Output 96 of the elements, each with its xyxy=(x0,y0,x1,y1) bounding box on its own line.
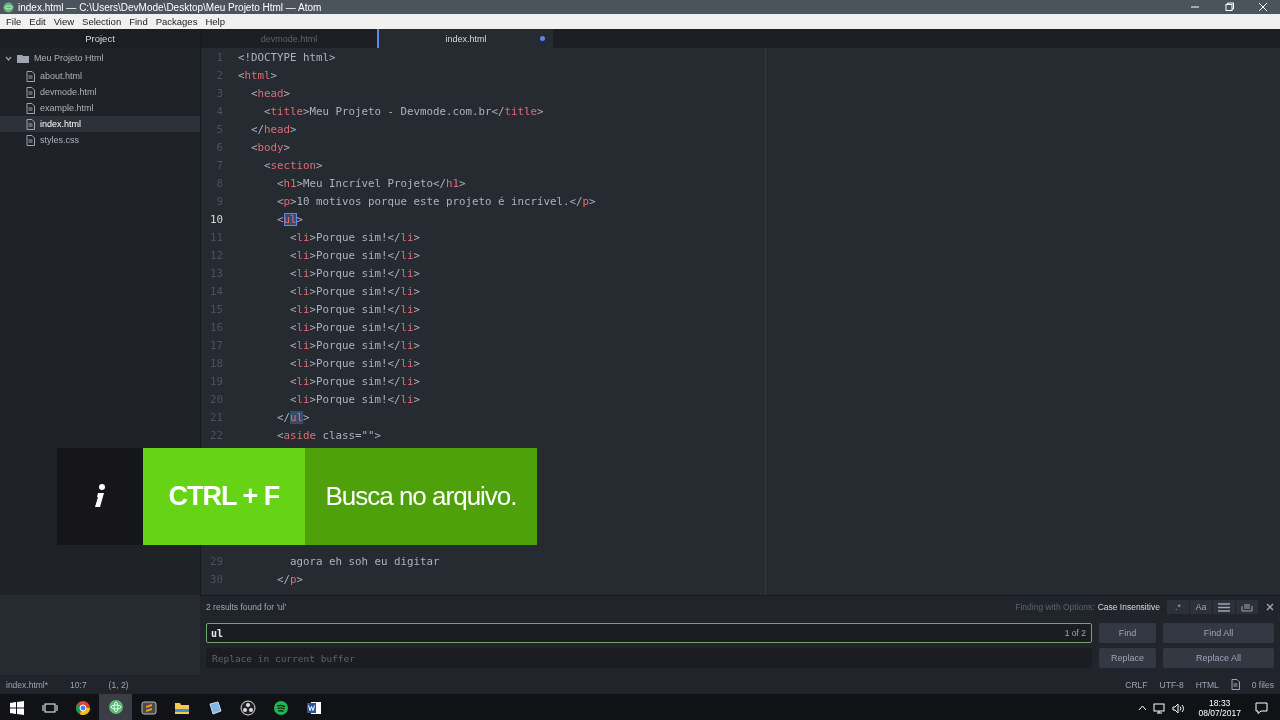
find-option-button[interactable] xyxy=(1213,600,1235,614)
notifications-icon[interactable] xyxy=(1255,702,1268,714)
line-number: 10 xyxy=(209,212,224,226)
code-line: <li>Porque sim!</li> xyxy=(289,248,421,262)
window-title: index.html — C:\Users\DevMode\Desktop\Meu Projeto Html — Atom xyxy=(18,1,323,13)
find-all-button[interactable]: Find All xyxy=(1163,623,1274,643)
tree-file[interactable]: styles.css xyxy=(0,132,200,148)
code-line: <aside class=""> xyxy=(276,428,382,442)
code-text: > xyxy=(296,212,304,226)
windows-icon xyxy=(9,701,24,715)
code-line: <li>Porque sim!</li> xyxy=(289,392,421,406)
code-line: </head> xyxy=(250,122,297,136)
results-text: 2 results found for 'ul' xyxy=(206,602,288,612)
status-text: 10:7 xyxy=(70,679,87,690)
status-text[interactable]: 0 files xyxy=(1251,679,1274,690)
menu-item[interactable]: Find xyxy=(125,16,152,27)
find-option-button[interactable] xyxy=(1236,600,1258,614)
editor-tab[interactable]: index.html xyxy=(377,29,553,48)
atom-icon xyxy=(108,700,123,714)
network-icon[interactable] xyxy=(1153,702,1167,714)
app-icon xyxy=(209,701,221,715)
code-text: > xyxy=(303,410,310,424)
status-text[interactable]: CRLF xyxy=(1125,679,1148,690)
task-view-icon xyxy=(42,703,57,713)
code-line: <html> xyxy=(238,68,278,82)
code-line: </p> xyxy=(276,572,304,586)
code-line: <p>10 motivos porque este projeto é incrível.</p> xyxy=(276,194,596,208)
code-line: <h1>Meu Incrível Projeto</h1> xyxy=(276,176,466,190)
menu-item[interactable]: Packages xyxy=(151,16,202,27)
status-text[interactable]: UTF-8 xyxy=(1159,679,1184,690)
browser-icon xyxy=(75,701,90,715)
info-icon xyxy=(93,483,107,510)
replace-all-button[interactable]: Replace All xyxy=(1163,648,1274,668)
menu-item[interactable]: File xyxy=(2,16,26,27)
status-text[interactable]: HTML xyxy=(1195,679,1219,690)
find-option-button[interactable]: Aa xyxy=(1190,600,1212,614)
code-line: <li>Porque sim!</li> xyxy=(289,338,421,352)
atom-icon xyxy=(3,1,14,13)
status-text: (1, 2) xyxy=(108,679,129,690)
project-folder[interactable]: Meu Projeto Html xyxy=(0,50,200,66)
find-button[interactable]: Find xyxy=(1099,623,1156,643)
replace-field[interactable]: Replace in current buffer xyxy=(206,648,1092,668)
close-icon[interactable] xyxy=(1266,603,1274,611)
code-line: <li>Porque sim!</li> xyxy=(289,356,421,370)
code-line: <li>Porque sim!</li> xyxy=(289,302,421,316)
code-text: </ xyxy=(276,410,290,424)
code-line: <head> xyxy=(250,86,291,100)
replace-button[interactable]: Replace xyxy=(1099,648,1156,668)
find-option-button[interactable]: .* xyxy=(1167,600,1189,614)
code-line: <li>Porque sim!</li> xyxy=(289,284,421,298)
text-editor-icon xyxy=(141,701,156,715)
taskbar-button[interactable] xyxy=(99,694,132,720)
search-match: ul xyxy=(290,410,304,424)
clock-date[interactable]: 08/07/2017 xyxy=(1198,708,1241,718)
tree-file[interactable]: devmode.html xyxy=(0,84,200,100)
code-line: <!DOCTYPE html> xyxy=(238,50,336,64)
options-label: Finding with Options: xyxy=(1015,602,1095,612)
folder-icon xyxy=(174,703,189,714)
shortcut-key: CTRL + F xyxy=(143,448,305,545)
code-line: <li>Porque sim!</li> xyxy=(289,374,421,388)
file-icon xyxy=(26,118,35,130)
volume-icon[interactable] xyxy=(1172,702,1185,714)
code-line: <li>Porque sim!</li> xyxy=(289,230,421,244)
document-app-icon xyxy=(306,702,321,714)
code-line: agora eh soh eu digitar xyxy=(289,554,440,568)
tree-file[interactable]: example.html xyxy=(0,100,200,116)
music-app-icon xyxy=(273,701,288,715)
file-icon xyxy=(26,70,35,82)
options-value: Case Insensitive xyxy=(1097,602,1160,612)
file-icon xyxy=(1230,679,1240,690)
code-line: <body> xyxy=(250,140,291,154)
code-text: < xyxy=(276,212,284,226)
panel-title: Project xyxy=(0,29,200,48)
file-icon xyxy=(26,134,35,146)
folder-icon xyxy=(17,53,29,63)
selection-icon xyxy=(1218,602,1230,612)
shortcut-caption: Busca no arquivo. xyxy=(305,448,537,545)
menu-item[interactable]: View xyxy=(49,16,79,27)
code-line: <li>Porque sim!</li> xyxy=(289,320,421,334)
chevron-down-icon xyxy=(5,54,12,62)
chevron-up-icon[interactable] xyxy=(1138,705,1148,711)
clock-time[interactable]: 18:33 xyxy=(1209,698,1231,708)
whole-word-icon xyxy=(1241,602,1253,612)
menu-item[interactable]: Help xyxy=(201,16,229,27)
code-line: <section> xyxy=(263,158,323,172)
tree-file[interactable]: index.html xyxy=(0,116,200,132)
menu-item[interactable]: Selection xyxy=(78,16,126,27)
code-line: <title>Meu Projeto - Devmode.com.br</title> xyxy=(263,104,544,118)
menu-item[interactable]: Edit xyxy=(25,16,50,27)
camera-app-icon xyxy=(240,700,255,716)
file-icon xyxy=(26,86,35,98)
file-icon xyxy=(26,102,35,114)
tree-file[interactable]: about.html xyxy=(0,68,200,84)
status-text: index.html* xyxy=(6,679,49,690)
code-line: <li>Porque sim!</li> xyxy=(289,266,421,280)
match-counter: 1 of 2 xyxy=(1064,628,1086,638)
